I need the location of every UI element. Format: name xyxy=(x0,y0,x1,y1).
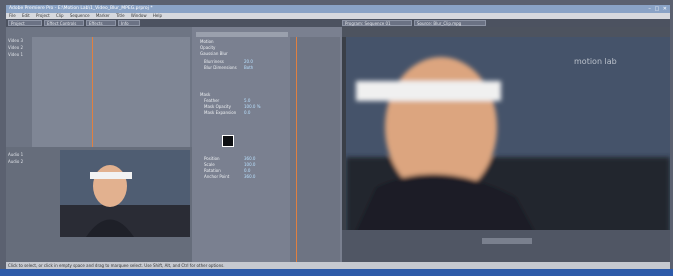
status-text: Click to select, or click in empty space… xyxy=(8,263,225,268)
menu-help[interactable]: Help xyxy=(153,13,162,18)
menu-sequence[interactable]: Sequence xyxy=(70,13,90,18)
menu-title[interactable]: Title xyxy=(116,13,125,18)
prop-scale: Scale xyxy=(204,162,215,167)
window-controls[interactable]: – □ ✕ xyxy=(648,6,668,12)
viewer-watermark: motion lab xyxy=(574,57,617,66)
prop-anchor-point: Anchor Point xyxy=(204,174,230,179)
prop-anchor-point-value[interactable]: 360.0 xyxy=(244,175,255,179)
keyframe-playhead[interactable] xyxy=(296,37,297,262)
tab-effects[interactable]: Effects xyxy=(86,20,116,26)
track-label[interactable]: Video 3 xyxy=(8,39,23,43)
prop-position-value[interactable]: 360.0 xyxy=(244,157,255,161)
panel-tab-strip: Project Effect Controls Effects Info Pro… xyxy=(6,19,670,27)
prop-mask[interactable]: Mask xyxy=(200,93,210,97)
tab-effect-controls[interactable]: Effect Controls xyxy=(44,20,84,26)
prop-blurriness-value[interactable]: 20.0 xyxy=(244,60,253,64)
prop-rotation-value[interactable]: 0.0 xyxy=(244,169,250,173)
playback-controls[interactable] xyxy=(482,238,532,244)
prop-rotation: Rotation xyxy=(204,168,221,173)
prop-mask-opacity-value[interactable]: 100.0 % xyxy=(244,105,261,109)
tab-info[interactable]: Info xyxy=(118,20,140,26)
prop-blur-dimensions-value[interactable]: Both xyxy=(244,66,253,70)
window-title-bar: Adobe Premiere Pro - E:\Motion Lab\1_Vid… xyxy=(6,5,670,13)
prop-blur-dimensions: Blur Dimensions xyxy=(204,65,237,70)
person-thumbnail-image xyxy=(60,150,190,237)
prop-mask-opacity: Mask Opacity xyxy=(204,104,231,109)
prop-blurriness: Blurriness xyxy=(204,59,224,64)
blurred-person-frame xyxy=(346,37,670,252)
status-bar: Click to select, or click in empty space… xyxy=(6,262,670,269)
prop-mask-expansion: Mask Expansion xyxy=(204,110,237,115)
mask-thumbnail-icon[interactable] xyxy=(222,135,234,147)
program-monitor: motion lab xyxy=(342,27,670,262)
tab-source[interactable]: Source: Blur_Clip.mpg xyxy=(414,20,486,26)
track-label[interactable]: Audio 2 xyxy=(8,160,23,164)
taskbar xyxy=(0,269,673,276)
effect-tabs xyxy=(196,32,288,37)
prop-mask-expansion-value[interactable]: 0.0 xyxy=(244,111,250,115)
tab-project[interactable]: Project xyxy=(8,20,42,26)
track-label[interactable]: Audio 1 xyxy=(8,153,23,157)
viewer-header xyxy=(342,27,670,37)
prop-feather: Feather xyxy=(204,98,220,103)
prop-position: Position xyxy=(204,156,220,161)
menu-file[interactable]: File xyxy=(9,13,16,18)
track-label[interactable]: Video 1 xyxy=(8,53,23,57)
program-video-frame[interactable]: motion lab xyxy=(346,37,670,252)
prop-scale-value[interactable]: 100.0 xyxy=(244,163,255,167)
prop-feather-value[interactable]: 5.0 xyxy=(244,99,250,103)
prop-motion[interactable]: Motion xyxy=(200,40,214,44)
effect-keyframe-area[interactable] xyxy=(290,37,340,262)
viewer-transport-bar xyxy=(342,230,670,262)
tab-program[interactable]: Program: Sequence 01 xyxy=(342,20,412,26)
track-label[interactable]: Video 2 xyxy=(8,46,23,50)
prop-gaussian-blur[interactable]: Gaussian Blur xyxy=(200,52,228,56)
menu-clip[interactable]: Clip xyxy=(56,13,64,18)
menu-window[interactable]: Window xyxy=(131,13,147,18)
menu-project[interactable]: Project xyxy=(36,13,50,18)
window-title: Adobe Premiere Pro - E:\Motion Lab\1_Vid… xyxy=(9,6,153,11)
prop-opacity[interactable]: Opacity xyxy=(200,46,215,50)
menu-marker[interactable]: Marker xyxy=(96,13,110,18)
effect-controls-panel: Motion Opacity Gaussian Blur Blurriness … xyxy=(192,27,342,262)
clip-thumbnail[interactable] xyxy=(60,150,190,237)
menu-edit[interactable]: Edit xyxy=(22,13,30,18)
